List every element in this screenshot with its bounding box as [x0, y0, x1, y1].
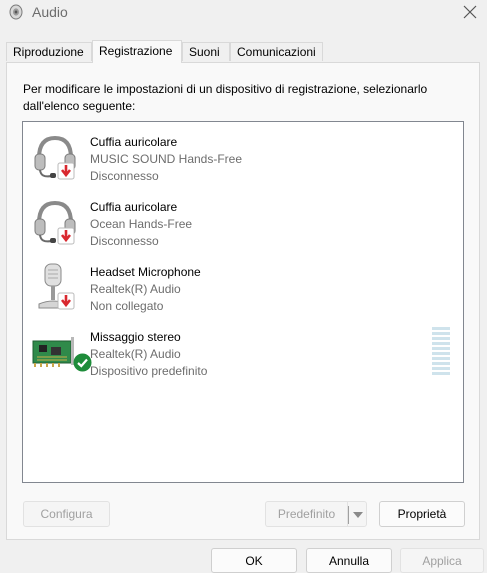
device-name: Cuffia auricolare: [90, 200, 178, 214]
chevron-down-icon: [353, 512, 363, 518]
device-name: Cuffia auricolare: [90, 135, 178, 149]
tab-sounds[interactable]: Suoni: [182, 42, 230, 61]
instructions-text: Per modificare le impostazioni di un dis…: [23, 82, 428, 113]
tab-communications[interactable]: Comunicazioni: [230, 42, 323, 61]
tab-recording[interactable]: Registrazione: [92, 40, 182, 63]
cancel-button[interactable]: Annulla: [306, 548, 392, 573]
close-icon[interactable]: [461, 3, 479, 21]
disconnected-badge-icon: [57, 162, 75, 180]
default-split-button[interactable]: Predefinito: [265, 501, 367, 527]
device-item[interactable]: Missaggio stereo Realtek(R) Audio Dispos…: [23, 319, 463, 379]
device-state: Disconnesso: [90, 234, 159, 248]
window-title: Audio: [32, 4, 68, 20]
properties-button[interactable]: Proprietà: [379, 501, 465, 527]
apply-button[interactable]: Applica: [400, 548, 484, 573]
device-list[interactable]: Cuffia auricolare MUSIC SOUND Hands-Free…: [22, 121, 464, 483]
title-bar: Audio: [0, 0, 487, 26]
device-state: Disconnesso: [90, 169, 159, 183]
speaker-icon: [9, 4, 23, 20]
default-dropdown-button[interactable]: [347, 501, 367, 527]
device-detail: Ocean Hands-Free: [90, 217, 193, 231]
split-separator: [348, 506, 349, 524]
device-name: Headset Microphone: [90, 265, 201, 279]
dialog-buttons: OK Annulla Applica: [0, 548, 487, 573]
recording-panel: Per modificare le impostazioni di un dis…: [6, 62, 480, 540]
device-detail: MUSIC SOUND Hands-Free: [90, 152, 243, 166]
device-name: Missaggio stereo: [90, 330, 181, 344]
device-state: Dispositivo predefinito: [90, 364, 208, 378]
device-item[interactable]: Cuffia auricolare Ocean Hands-Free Disco…: [23, 189, 463, 249]
ok-button[interactable]: OK: [211, 548, 297, 573]
configure-button[interactable]: Configura: [23, 501, 110, 527]
level-meter: [432, 327, 450, 375]
device-item[interactable]: Headset Microphone Realtek(R) Audio Non …: [23, 254, 463, 314]
device-detail: Realtek(R) Audio: [90, 347, 181, 361]
sound-card-icon: [32, 337, 74, 367]
disconnected-badge-icon: [57, 227, 75, 245]
tab-playback[interactable]: Riproduzione: [6, 42, 92, 61]
device-item[interactable]: Cuffia auricolare MUSIC SOUND Hands-Free…: [23, 124, 463, 184]
device-detail: Realtek(R) Audio: [90, 282, 181, 296]
disconnected-badge-icon: [57, 292, 75, 310]
device-state: Non collegato: [90, 299, 164, 313]
default-button[interactable]: Predefinito: [265, 501, 347, 527]
